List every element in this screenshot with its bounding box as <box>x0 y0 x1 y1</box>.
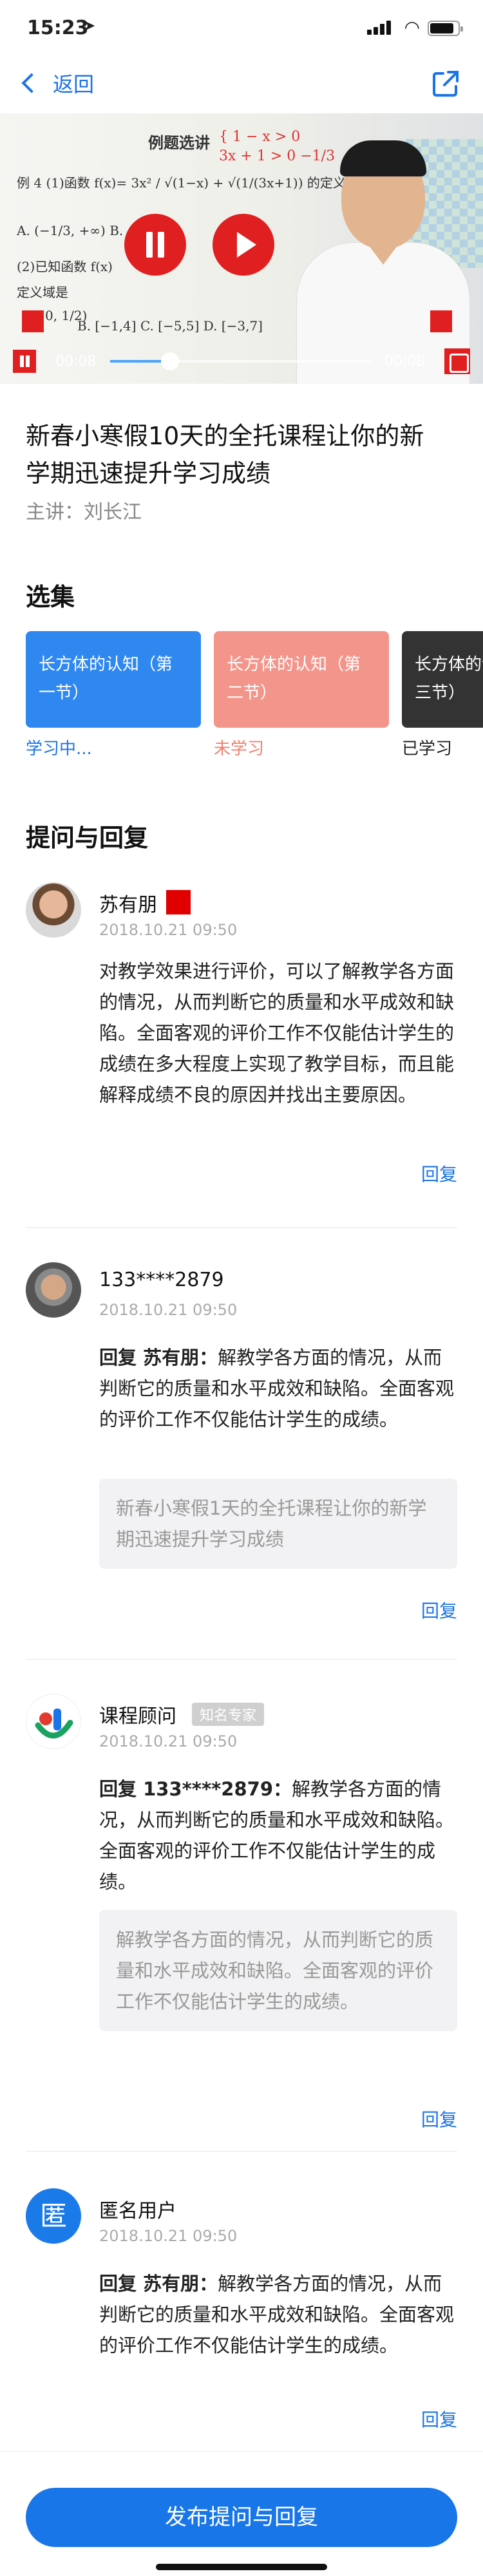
episode-status: 未学习 <box>214 739 265 759</box>
reply-button[interactable]: 回复 <box>421 1597 457 1623</box>
user-name: 苏有朋 <box>99 894 157 916</box>
reply-target: 回复 苏有朋： <box>99 2273 218 2295</box>
episode-list: 长方体的认知（第一节） 学习中... 长方体的认知（第二节） 未学习 长方体的认… <box>26 631 483 766</box>
quoted-content: 解教学各方面的情况，从而判断它的质量和水平成效和缺陷。全面客观的评价工作不仅能估… <box>99 1910 457 2031</box>
chevron-left-icon <box>21 73 42 93</box>
reply-target: 回复 苏有朋： <box>99 1347 218 1368</box>
back-label: 返回 <box>53 72 95 97</box>
play-mini-icon[interactable] <box>22 310 44 332</box>
board-line: A. (−1/3, +∞) B. <box>17 223 124 238</box>
battery-icon <box>428 21 463 36</box>
episode-item[interactable]: 长方体的认知（第二节） 未学习 <box>214 631 389 759</box>
nav-bar: 返回 <box>0 57 483 113</box>
play-icon[interactable] <box>213 214 274 276</box>
episode-item[interactable]: 长方体的认知（第一节） 学习中... <box>26 631 201 759</box>
bottom-bar: 发布提问与回复 <box>0 2451 483 2576</box>
signal-icon <box>367 21 393 35</box>
episode-card: 长方体的认知（第三节） <box>402 631 483 728</box>
post-content: 回复 苏有朋：解教学各方面的情况，从而判断它的质量和水平成效和缺陷。全面客观的评… <box>99 1347 455 1430</box>
post-date: 2018.10.21 09:50 <box>99 2227 238 2245</box>
avatar <box>26 1694 81 1749</box>
board-title: 例题选讲 <box>148 134 210 152</box>
episode-card: 长方体的认知（第二节） <box>214 631 389 728</box>
expert-badge: 知名专家 <box>192 1703 265 1726</box>
fullscreen-icon[interactable] <box>444 348 470 374</box>
wifi-icon: ◠ <box>404 17 420 38</box>
avatar <box>26 1262 81 1318</box>
avatar: 匿 <box>26 2188 81 2244</box>
pause-icon[interactable] <box>124 214 186 276</box>
course-title: 新春小寒假10天的全托课程让你的新学期迅速提升学习成绩 <box>26 422 424 488</box>
avatar-initial: 匿 <box>39 2200 67 2231</box>
post-date: 2018.10.21 09:50 <box>99 1732 238 1750</box>
progress-knob[interactable] <box>161 352 180 370</box>
video-player[interactable]: 例题选讲 例 4 (1)函数 f(x)= 3x² / √(1−x) + √(1/… <box>0 113 483 384</box>
divider <box>26 2151 457 2152</box>
user-name: 匿名用户 <box>99 2200 176 2222</box>
post-date: 2018.10.21 09:50 <box>99 921 238 939</box>
qa-item: 苏有朋 2018.10.21 09:50 对教学效果进行评价，可以了解教学各方面… <box>26 882 457 1204</box>
course-teacher: 主讲：刘长江 <box>26 501 142 524</box>
board-line: (2)已知函数 f(x) <box>17 259 113 274</box>
total-time: 00:08 <box>384 353 425 370</box>
video-controls: 00:08 00:08 <box>0 339 483 384</box>
reply-button[interactable]: 回复 <box>421 1160 457 1186</box>
episode-item[interactable]: 长方体的认知（第三节） 已学习 <box>402 631 483 759</box>
episode-status: 学习中... <box>26 739 92 759</box>
status-bar: 15:23 ➤ ◠ <box>0 0 483 57</box>
quoted-content: 新春小寒假1天的全托课程让你的新学期迅速提升学习成绩 <box>99 1479 457 1569</box>
post-date: 2018.10.21 09:50 <box>99 1301 238 1319</box>
reply-button[interactable]: 回复 <box>421 2106 457 2132</box>
divider <box>26 1227 457 1228</box>
reply-button[interactable]: 回复 <box>421 2406 457 2432</box>
current-time: 00:08 <box>55 353 97 370</box>
post-content: 回复 133****2879：解教学各方面的情况，从而判断它的质量和水平成效和缺… <box>99 1778 455 1893</box>
board-line: 定义域是 <box>17 285 68 300</box>
advisor-logo-icon <box>35 1709 73 1739</box>
home-indicator <box>156 2564 327 2570</box>
pause-icon[interactable] <box>13 350 36 373</box>
post-content: 对教学效果进行评价，可以了解教学各方面的情况，从而判断它的质量和水平成效和缺陷。… <box>99 960 455 1106</box>
location-arrow-icon: ➤ <box>84 18 96 34</box>
user-name: 课程顾问 <box>99 1705 176 1728</box>
post-content: 回复 苏有朋：解教学各方面的情况，从而判断它的质量和水平成效和缺陷。全面客观的评… <box>99 2273 455 2356</box>
episodes-heading: 选集 <box>26 583 75 611</box>
publish-button[interactable]: 发布提问与回复 <box>26 2488 457 2547</box>
qa-item: 课程顾问 知名专家 2018.10.21 09:50 回复 133****287… <box>26 1694 457 2138</box>
user-name: 133****2879 <box>99 1269 224 1291</box>
qa-item: 匿 匿名用户 2018.10.21 09:50 回复 苏有朋：解教学各方面的情况… <box>26 2188 457 2433</box>
back-button[interactable]: 返回 <box>19 68 94 98</box>
episode-status: 已学习 <box>402 739 453 759</box>
status-time: 15:23 <box>27 17 89 39</box>
progress-slider[interactable] <box>110 352 370 370</box>
avatar <box>26 882 81 938</box>
qa-item: 133****2879 2018.10.21 09:50 回复 苏有朋：解教学各… <box>26 1262 457 1629</box>
board-line: B. [−1,4] C. [−5,5] D. [−3,7] <box>77 318 263 334</box>
divider <box>26 1659 457 1660</box>
share-icon[interactable] <box>431 70 460 98</box>
episode-card: 长方体的认知（第一节） <box>26 631 201 728</box>
user-badge-icon <box>166 890 191 914</box>
record-mini-icon[interactable] <box>430 310 452 332</box>
reply-target: 回复 133****2879： <box>99 1778 292 1800</box>
qa-heading: 提问与回复 <box>26 824 149 852</box>
